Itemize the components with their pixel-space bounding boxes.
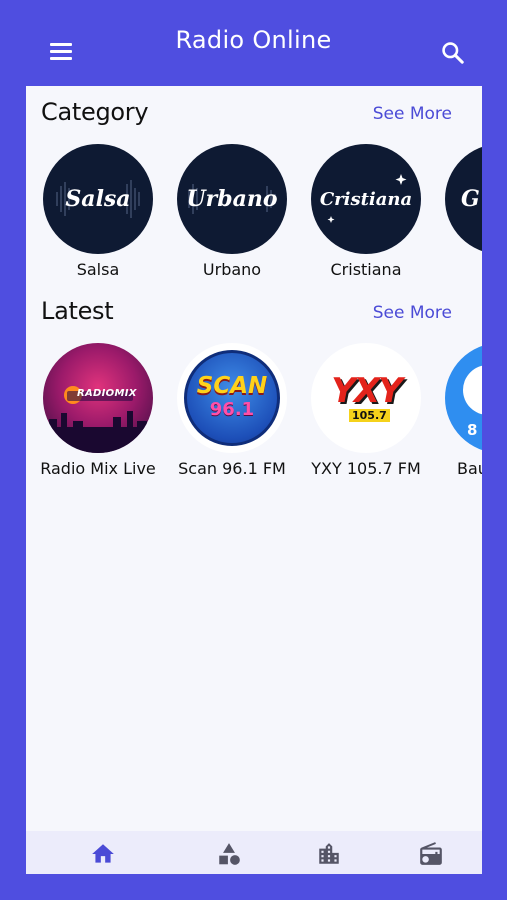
station-logo-text: YXY (331, 371, 402, 411)
category-art-text: Salsa (65, 186, 131, 212)
station-item[interactable]: 8 Bauti (433, 343, 482, 493)
station-logo-text: 8 (467, 421, 478, 439)
city-icon[interactable] (316, 841, 342, 867)
station-item[interactable]: SCAN 96.1 Scan 96.1 FM (165, 343, 295, 493)
home-icon[interactable] (90, 841, 116, 867)
category-item[interactable]: G I (433, 144, 482, 294)
latest-title: Latest (41, 297, 114, 325)
search-icon[interactable] (440, 40, 466, 66)
bottom-navigation (26, 831, 482, 874)
category-artwork: G (445, 144, 482, 254)
category-label: Salsa (76, 260, 120, 279)
station-logo: 8 (445, 343, 482, 453)
category-label: Urbano (202, 260, 262, 279)
category-item[interactable]: Salsa Salsa (31, 144, 161, 294)
station-logo-frequency: 96.1 (209, 399, 255, 420)
category-item[interactable]: Urbano Urbano (165, 144, 295, 294)
app-bar: Radio Online (0, 0, 507, 86)
app-title: Radio Online (175, 26, 332, 54)
category-artwork: Urbano (177, 144, 287, 254)
station-label: Scan 96.1 FM (178, 459, 286, 478)
category-art-text: Cristiana (319, 188, 413, 210)
station-label: Radio Mix Live (40, 459, 156, 478)
station-item[interactable]: RADIOMIX Radio Mix Live (31, 343, 161, 493)
station-logo: YXY 105.7 (311, 343, 421, 453)
category-art-text: Urbano (186, 186, 278, 212)
menu-icon[interactable] (48, 40, 74, 64)
station-logo-text: SCAN (196, 373, 268, 399)
category-label: Cristiana (330, 260, 402, 279)
category-art-text: G (461, 186, 480, 212)
category-shapes-icon[interactable] (216, 841, 242, 867)
station-logo: RADIOMIX (43, 343, 153, 453)
station-logo-frequency: 105.7 (349, 409, 390, 422)
station-item[interactable]: YXY 105.7 YXY 105.7 FM (299, 343, 429, 493)
category-row[interactable]: Salsa Salsa Urbano Urbano Cristiana Cris… (26, 144, 482, 294)
station-logo-text: RADIOMIX (77, 388, 137, 399)
category-see-more-link[interactable]: See More (373, 104, 452, 124)
category-artwork: Salsa (43, 144, 153, 254)
category-artwork: Cristiana (311, 144, 421, 254)
category-item[interactable]: Cristiana Cristiana (299, 144, 429, 294)
latest-row[interactable]: RADIOMIX Radio Mix Live SCAN 96.1 Scan 9… (26, 343, 482, 493)
station-label: YXY 105.7 FM (311, 459, 421, 478)
station-logo: SCAN 96.1 (177, 343, 287, 453)
radio-icon[interactable] (418, 841, 444, 867)
content-panel: Category See More Salsa Salsa Urbano Urb… (26, 86, 482, 874)
category-label: I (433, 260, 482, 279)
station-label: Bauti (457, 459, 482, 478)
latest-see-more-link[interactable]: See More (373, 303, 452, 323)
category-title: Category (41, 98, 149, 126)
